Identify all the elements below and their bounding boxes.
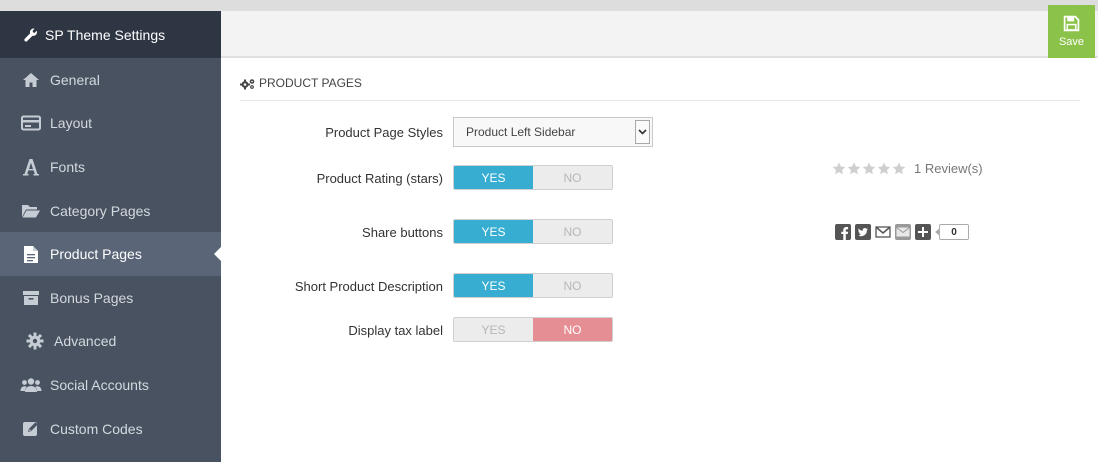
gears-icon — [240, 79, 255, 90]
credit-card-icon — [20, 113, 42, 133]
rating-stars — [832, 162, 907, 175]
mail-icon[interactable] — [895, 224, 911, 240]
product-page-styles-select[interactable]: Product Left Sidebar — [453, 117, 653, 147]
sidebar-item-fonts[interactable]: Fonts — [0, 145, 221, 189]
sidebar-item-label: Social Accounts — [50, 376, 149, 393]
sidebar-item-product-pages[interactable]: Product Pages — [0, 232, 221, 276]
plus-icon[interactable] — [915, 224, 931, 240]
sidebar: SP Theme Settings General Layout Fonts C… — [0, 11, 221, 462]
sidebar-item-label: Custom Codes — [50, 420, 143, 437]
share-buttons-toggle: YES NO — [453, 219, 613, 244]
short-description-no[interactable]: NO — [533, 274, 612, 297]
sidebar-item-social-accounts[interactable]: Social Accounts — [0, 363, 221, 407]
star-icon — [892, 162, 906, 175]
select-value: Product Left Sidebar — [466, 125, 576, 139]
chevron-down-icon — [635, 120, 650, 144]
sidebar-item-category-pages[interactable]: Category Pages — [0, 189, 221, 233]
sidebar-item-general[interactable]: General — [0, 58, 221, 102]
wrench-icon — [24, 28, 37, 42]
reviews-count: 1 Review(s) — [914, 161, 983, 176]
sidebar-item-label: Bonus Pages — [50, 289, 134, 306]
share-buttons-no[interactable]: NO — [533, 220, 612, 243]
gmail-icon[interactable] — [875, 224, 891, 240]
star-icon — [847, 162, 861, 175]
sidebar-item-label: Fonts — [50, 158, 86, 175]
archive-icon — [20, 288, 42, 308]
share-buttons-yes[interactable]: YES — [454, 220, 533, 243]
users-icon — [20, 375, 42, 395]
star-icon — [877, 162, 891, 175]
product-rating-label: Product Rating (stars) — [316, 171, 443, 186]
share-preview: 0 — [835, 224, 969, 240]
sidebar-header: SP Theme Settings — [0, 11, 221, 58]
folder-open-icon — [20, 201, 42, 221]
short-description-toggle: YES NO — [453, 273, 613, 298]
product-rating-toggle: YES NO — [453, 165, 613, 190]
sidebar-item-label: Layout — [50, 115, 93, 132]
display-tax-label-no[interactable]: NO — [533, 318, 612, 341]
file-icon — [20, 244, 42, 264]
product-rating-no[interactable]: NO — [533, 166, 612, 189]
sidebar-title: SP Theme Settings — [45, 26, 166, 43]
product-page-styles-label: Product Page Styles — [325, 125, 443, 140]
product-rating-yes[interactable]: YES — [454, 166, 533, 189]
section-title: PRODUCT PAGES — [259, 76, 362, 90]
display-tax-label-toggle: YES NO — [453, 317, 613, 342]
short-description-yes[interactable]: YES — [454, 274, 533, 297]
share-count: 0 — [935, 224, 969, 240]
short-description-label: Short Product Description — [294, 279, 443, 294]
sidebar-item-label: General — [50, 71, 100, 88]
share-buttons-label: Share buttons — [362, 225, 443, 240]
sidebar-item-bonus-pages[interactable]: Bonus Pages — [0, 276, 221, 320]
sidebar-item-advanced[interactable]: Advanced — [0, 320, 221, 364]
facebook-icon[interactable] — [835, 224, 851, 240]
gear-icon — [24, 331, 46, 351]
display-tax-label-yes[interactable]: YES — [454, 318, 533, 341]
home-icon — [20, 70, 42, 90]
header-bar — [221, 11, 1098, 58]
floppy-icon — [1063, 15, 1080, 32]
save-label: Save — [1058, 36, 1085, 48]
top-strip — [0, 0, 1098, 11]
edit-icon — [20, 419, 42, 439]
section-header: PRODUCT PAGES — [240, 76, 1080, 101]
twitter-icon[interactable] — [855, 224, 871, 240]
save-button[interactable]: Save — [1048, 5, 1095, 58]
sidebar-item-label: Category Pages — [50, 202, 151, 219]
star-icon — [862, 162, 876, 175]
star-icon — [832, 162, 846, 175]
display-tax-label-label: Display tax label — [348, 323, 443, 338]
font-icon — [20, 157, 42, 177]
sidebar-item-layout[interactable]: Layout — [0, 102, 221, 146]
sidebar-item-custom-codes[interactable]: Custom Codes — [0, 407, 221, 451]
rating-preview: 1 Review(s) — [832, 161, 983, 176]
sidebar-item-label: Product Pages — [50, 246, 142, 263]
sidebar-item-label: Advanced — [54, 333, 117, 350]
